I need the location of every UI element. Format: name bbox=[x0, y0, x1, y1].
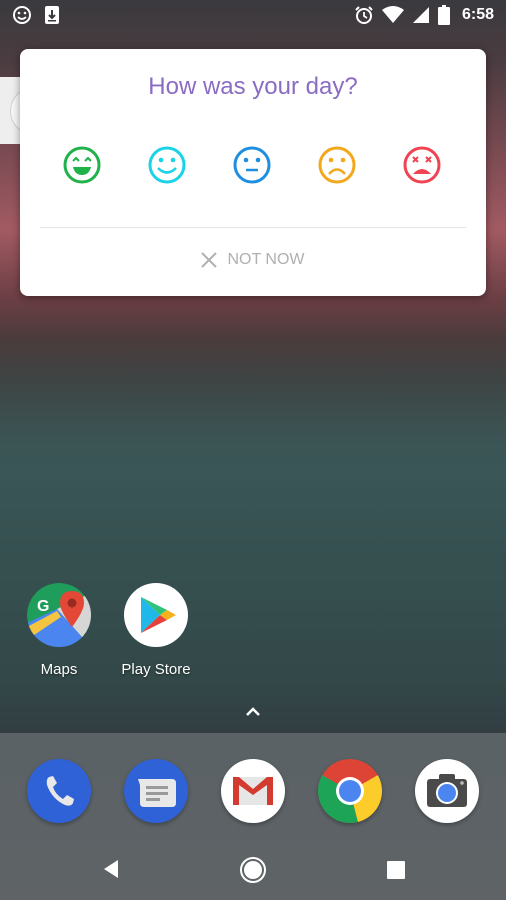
messages-icon[interactable] bbox=[124, 759, 188, 823]
sad-face-icon[interactable] bbox=[317, 145, 357, 185]
mood-card: How was your day? NOT NOW bbox=[20, 49, 486, 296]
status-bar: 6:58 bbox=[0, 0, 506, 30]
battery-icon bbox=[437, 5, 450, 25]
play-store-icon bbox=[124, 583, 188, 647]
download-notification-icon bbox=[45, 6, 59, 24]
happy-face-icon[interactable] bbox=[147, 145, 187, 185]
navigation-bar bbox=[0, 840, 506, 900]
neutral-face-icon[interactable] bbox=[232, 145, 272, 185]
wifi-icon bbox=[381, 6, 404, 23]
phone-icon[interactable] bbox=[27, 759, 91, 823]
card-divider bbox=[40, 227, 466, 228]
card-title: How was your day? bbox=[148, 73, 358, 100]
app-drawer-arrow-icon[interactable] bbox=[243, 704, 263, 718]
signal-icon bbox=[412, 7, 429, 23]
not-now-label: NOT NOW bbox=[227, 251, 305, 268]
not-now-button[interactable]: NOT NOW bbox=[20, 251, 486, 269]
very-happy-face-icon[interactable] bbox=[62, 145, 102, 185]
app-label: Maps bbox=[40, 661, 78, 678]
close-icon bbox=[201, 252, 218, 268]
svg-text:G: G bbox=[37, 598, 49, 615]
camera-icon[interactable] bbox=[415, 759, 479, 823]
clock: 6:58 bbox=[461, 6, 494, 23]
app-play-store[interactable]: Play Store bbox=[111, 583, 201, 678]
back-icon[interactable] bbox=[100, 858, 122, 880]
chrome-icon[interactable] bbox=[318, 759, 382, 823]
gmail-icon[interactable] bbox=[221, 759, 285, 823]
maps-icon: G bbox=[27, 583, 91, 647]
smiley-notification-icon bbox=[13, 6, 31, 24]
app-maps[interactable]: G Maps bbox=[14, 583, 104, 678]
home-icon[interactable] bbox=[239, 856, 267, 884]
app-label: Play Store bbox=[121, 661, 191, 678]
very-sad-face-icon[interactable] bbox=[402, 145, 442, 185]
alarm-icon bbox=[355, 6, 373, 24]
recents-icon[interactable] bbox=[386, 860, 406, 880]
